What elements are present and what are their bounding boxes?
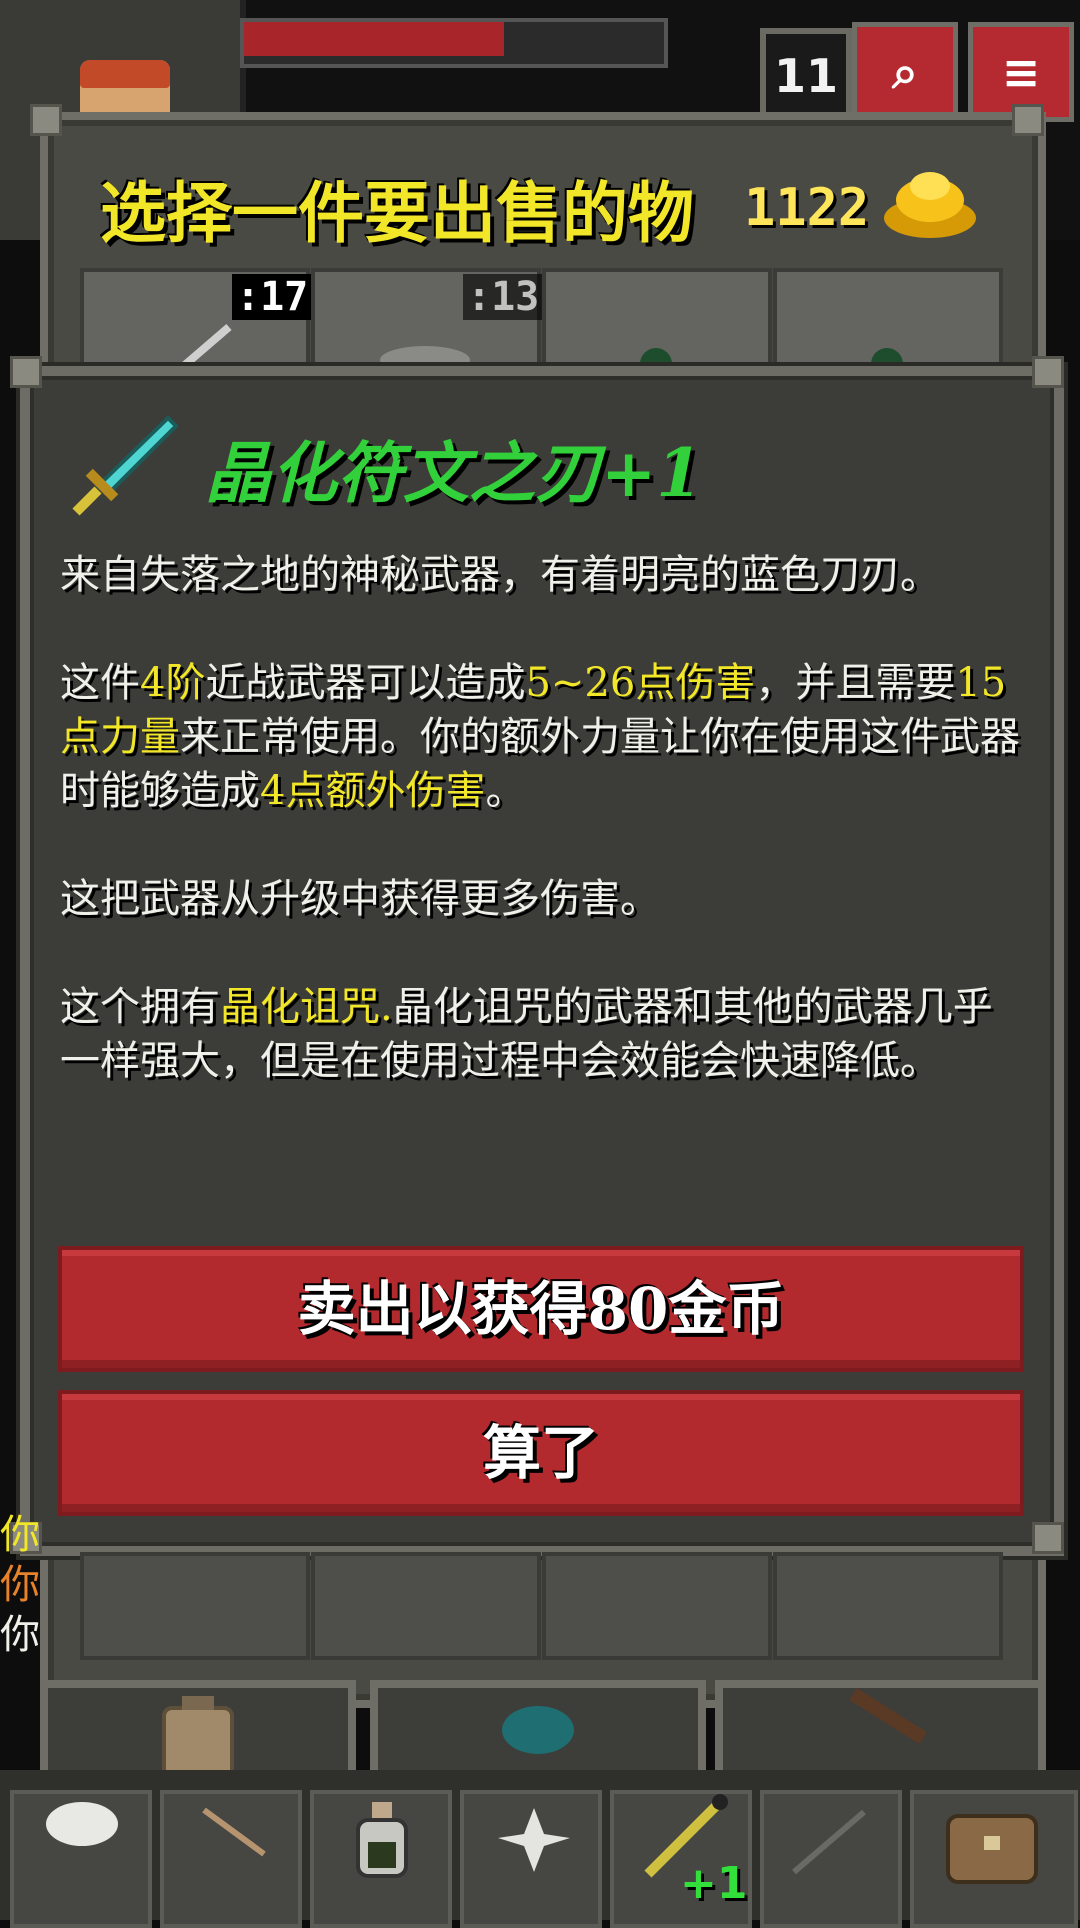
search-journal-icon: ⌕ <box>892 45 918 99</box>
inventory-slot[interactable] <box>773 1552 1003 1660</box>
window-corner <box>1032 356 1064 388</box>
text: 近战武器可以造成 <box>205 660 526 706</box>
game-log: 你 你 你 <box>0 1510 44 1660</box>
quickslot-4[interactable] <box>760 1790 902 1928</box>
search-button[interactable] <box>160 1790 302 1928</box>
log-line: 你 <box>0 1562 40 1608</box>
inventory-slot[interactable] <box>80 1552 310 1660</box>
scroll-holder-icon <box>849 1688 927 1744</box>
description-paragraph: 这个拥有晶化诅咒.晶化诅咒的武器和其他的武器几乎一样强大，但是在使用过程中会效能… <box>60 980 1020 1088</box>
inventory-slot[interactable] <box>311 1552 541 1660</box>
sell-button[interactable]: 卖出以获得80金币 <box>58 1246 1024 1372</box>
quickslot-1[interactable] <box>310 1790 452 1928</box>
damage-range: 5~26点伤害 <box>525 660 756 706</box>
slot-quantity: :17 <box>232 274 313 320</box>
log-line: 你 <box>0 1512 40 1558</box>
clock-icon <box>46 1802 118 1846</box>
potion-flask-icon <box>356 1802 408 1878</box>
gold-count: 1122 <box>744 178 870 238</box>
sword-icon <box>176 323 232 372</box>
description-paragraph: 这把武器从升级中获得更多伤害。 <box>60 876 660 922</box>
item-description: 来自失落之地的神秘武器，有着明亮的蓝色刀刃。 这件4阶近战武器可以造成5~26点… <box>60 548 1020 1142</box>
window-corner <box>1012 104 1044 136</box>
log-line: 你 <box>0 1612 40 1658</box>
crossbow-icon <box>792 1809 866 1875</box>
wait-button[interactable] <box>10 1790 152 1928</box>
text: 这件 <box>60 660 140 706</box>
crystal-sword-icon <box>72 415 178 516</box>
shop-title: 选择一件要出售的物 <box>100 174 694 250</box>
quickslot-2[interactable] <box>460 1790 602 1928</box>
backpack-icon <box>946 1814 1038 1884</box>
text: 来正常使用。你的额外力量让你在使用这件武器时能够造成 <box>60 714 1020 814</box>
magnifier-icon <box>202 1807 266 1857</box>
backpack-icon <box>162 1696 234 1780</box>
item-name: 晶化符文之刃+1 <box>205 434 703 512</box>
gold-pile-icon <box>884 172 976 238</box>
description-paragraph: 来自失落之地的神秘武器，有着明亮的蓝色刀刃。 <box>60 552 940 598</box>
shop-slot[interactable] <box>773 268 1003 376</box>
depth-indicator: 11 <box>760 28 852 124</box>
weapon-tier: 4阶 <box>140 660 206 706</box>
upgrade-badge: +1 <box>680 1858 748 1909</box>
window-corner <box>10 356 42 388</box>
inventory-button[interactable] <box>910 1790 1078 1928</box>
inventory-slot[interactable] <box>542 1552 772 1660</box>
shuriken-icon <box>498 1808 570 1872</box>
hero-hair <box>80 60 170 88</box>
journal-button[interactable]: ⌕ <box>852 22 958 122</box>
text: 这个拥有 <box>60 984 220 1030</box>
window-corner <box>30 104 62 136</box>
slot-quantity: :13 <box>463 274 544 320</box>
text: ，并且需要 <box>755 660 956 706</box>
health-bar-fill <box>244 22 504 56</box>
extra-damage: 4点额外伤害 <box>260 768 486 814</box>
description-paragraph: 这件4阶近战武器可以造成5~26点伤害，并且需要15点力量来正常使用。你的额外力… <box>60 656 1020 818</box>
window-corner <box>1032 1522 1064 1554</box>
curse-name: 晶化诅咒. <box>220 984 393 1030</box>
menu-icon: ≡ <box>1001 45 1041 99</box>
shop-slot[interactable]: :13 <box>311 268 544 376</box>
text: 。 <box>485 768 526 814</box>
cancel-button[interactable]: 算了 <box>58 1390 1024 1516</box>
pouch-icon <box>502 1706 574 1754</box>
shop-slot[interactable]: :17 <box>80 268 313 376</box>
shop-slot[interactable] <box>542 268 772 376</box>
